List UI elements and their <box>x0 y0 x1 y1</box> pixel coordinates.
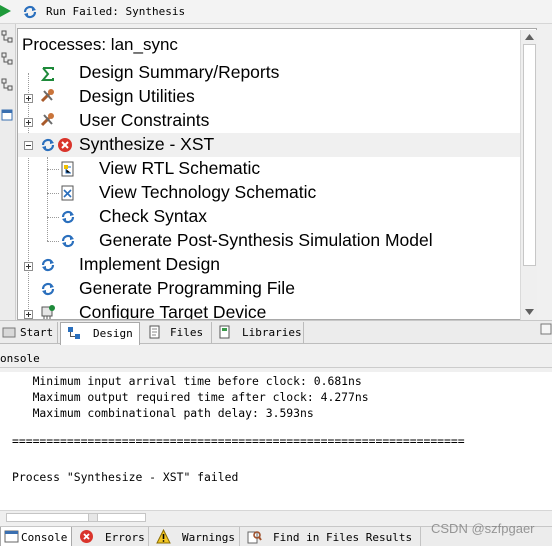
process-label: Synthesize - XST <box>79 134 215 154</box>
run-icon <box>41 282 55 296</box>
process-generate-post-synthesis-model[interactable]: Generate Post-Synthesis Simulation Model <box>18 229 536 253</box>
process-synthesize-xst[interactable]: Synthesize - XST <box>18 133 521 157</box>
process-design-summary[interactable]: Design Summary/Reports <box>18 61 536 85</box>
process-label: Implement Design <box>79 254 221 274</box>
process-label: View Technology Schematic <box>99 182 317 202</box>
tab-start[interactable]: Start <box>0 322 58 344</box>
hierarchy-icon[interactable] <box>1 30 13 44</box>
console-output[interactable]: Minimum input arrival time before clock:… <box>0 372 552 510</box>
process-label: Configure Target Device <box>79 302 267 320</box>
tab-label: Warnings <box>182 531 235 544</box>
console-header: onsole <box>0 323 552 368</box>
console-line: Maximum output required time after clock… <box>12 390 369 404</box>
processes-scrollbar[interactable] <box>520 30 537 320</box>
tab-label: Libraries <box>242 326 302 339</box>
scroll-grip[interactable] <box>88 513 98 522</box>
process-implement-design[interactable]: Implement Design <box>18 253 536 277</box>
console-line: Maximum combinational path delay: 3.593n… <box>12 406 314 420</box>
watermark: CSDN @szfpgaer <box>431 521 535 536</box>
console-line: Minimum input arrival time before clock:… <box>12 374 362 388</box>
process-label: Design Summary/Reports <box>79 62 280 82</box>
process-label: Design Utilities <box>79 86 195 106</box>
scroll-thumb[interactable] <box>6 513 146 522</box>
device-icon <box>41 305 55 319</box>
process-label: Generate Post-Synthesis Simulation Model <box>99 230 433 250</box>
process-label: View RTL Schematic <box>99 158 261 178</box>
hierarchy-icon[interactable] <box>1 52 13 66</box>
play-icon[interactable] <box>0 4 12 18</box>
scroll-thumb[interactable] <box>523 44 536 266</box>
status-bar: Run Failed: Synthesis <box>0 0 552 24</box>
run-status-text: Run Failed: Synthesis <box>46 5 186 18</box>
tab-find-in-files[interactable]: Find in Files Results <box>241 527 421 546</box>
tools-icon <box>40 89 54 103</box>
tab-label: Console <box>21 531 68 544</box>
process-label: Generate Programming File <box>79 278 295 298</box>
expand-toggle[interactable] <box>24 94 33 103</box>
run-icon <box>61 210 75 224</box>
error-icon <box>80 530 93 543</box>
expand-toggle[interactable] <box>24 310 33 319</box>
scroll-down-icon[interactable] <box>524 307 535 317</box>
tab-label: Find in Files Results <box>273 531 413 544</box>
design-icon <box>68 327 80 339</box>
run-status-icon <box>23 5 37 19</box>
find-icon <box>247 531 262 544</box>
scroll-up-icon[interactable] <box>524 32 535 42</box>
view-tabs: Start Design Files Libraries <box>0 320 552 345</box>
tab-console[interactable]: Console <box>0 527 72 546</box>
process-user-constraints[interactable]: User Constraints <box>18 109 536 133</box>
close-panel-icon[interactable] <box>540 323 552 335</box>
files-icon <box>149 325 160 339</box>
run-icon <box>41 258 55 272</box>
tab-files[interactable]: Files <box>142 322 212 344</box>
run-icon <box>41 138 55 152</box>
process-view-technology-schematic[interactable]: View Technology Schematic <box>18 181 536 205</box>
console-separator: ========================================… <box>12 434 465 448</box>
console-line: Process "Synthesize - XST" failed <box>12 470 239 484</box>
left-toolbar <box>0 24 16 320</box>
schematic-icon <box>61 161 74 177</box>
panel-title: Processes: lan_sync <box>22 35 178 54</box>
tab-label: Design <box>93 327 133 340</box>
tab-label: Files <box>170 326 204 339</box>
process-configure-target-device[interactable]: Configure Target Device <box>18 301 536 320</box>
sigma-icon <box>40 67 54 81</box>
tab-label: Errors <box>105 531 145 544</box>
process-generate-programming-file[interactable]: Generate Programming File <box>18 277 536 301</box>
hierarchy-icon[interactable] <box>1 78 13 92</box>
process-view-rtl-schematic[interactable]: View RTL Schematic <box>18 157 536 181</box>
console-title: onsole <box>0 352 40 365</box>
collapse-toggle[interactable] <box>24 141 33 150</box>
process-label: Check Syntax <box>99 206 207 226</box>
error-icon <box>58 138 72 152</box>
tab-design[interactable]: Design <box>60 322 140 345</box>
process-design-utilities[interactable]: Design Utilities <box>18 85 536 109</box>
tools-icon <box>40 113 54 127</box>
tab-libraries[interactable]: Libraries <box>212 322 304 344</box>
expand-toggle[interactable] <box>24 262 33 271</box>
warning-icon <box>156 529 171 544</box>
properties-icon[interactable] <box>1 108 13 122</box>
run-icon <box>61 234 75 248</box>
expand-toggle[interactable] <box>24 118 33 127</box>
process-label: User Constraints <box>79 110 210 130</box>
processes-panel: Processes: lan_sync Design Summary/Repor… <box>17 28 537 320</box>
tab-label: Start <box>20 326 54 339</box>
console-icon <box>4 530 19 543</box>
start-icon <box>2 327 16 338</box>
process-check-syntax[interactable]: Check Syntax <box>18 205 536 229</box>
tab-errors[interactable]: Errors <box>73 527 149 546</box>
tech-schematic-icon <box>61 185 74 201</box>
tab-warnings[interactable]: Warnings <box>150 527 240 546</box>
libraries-icon <box>219 325 230 339</box>
